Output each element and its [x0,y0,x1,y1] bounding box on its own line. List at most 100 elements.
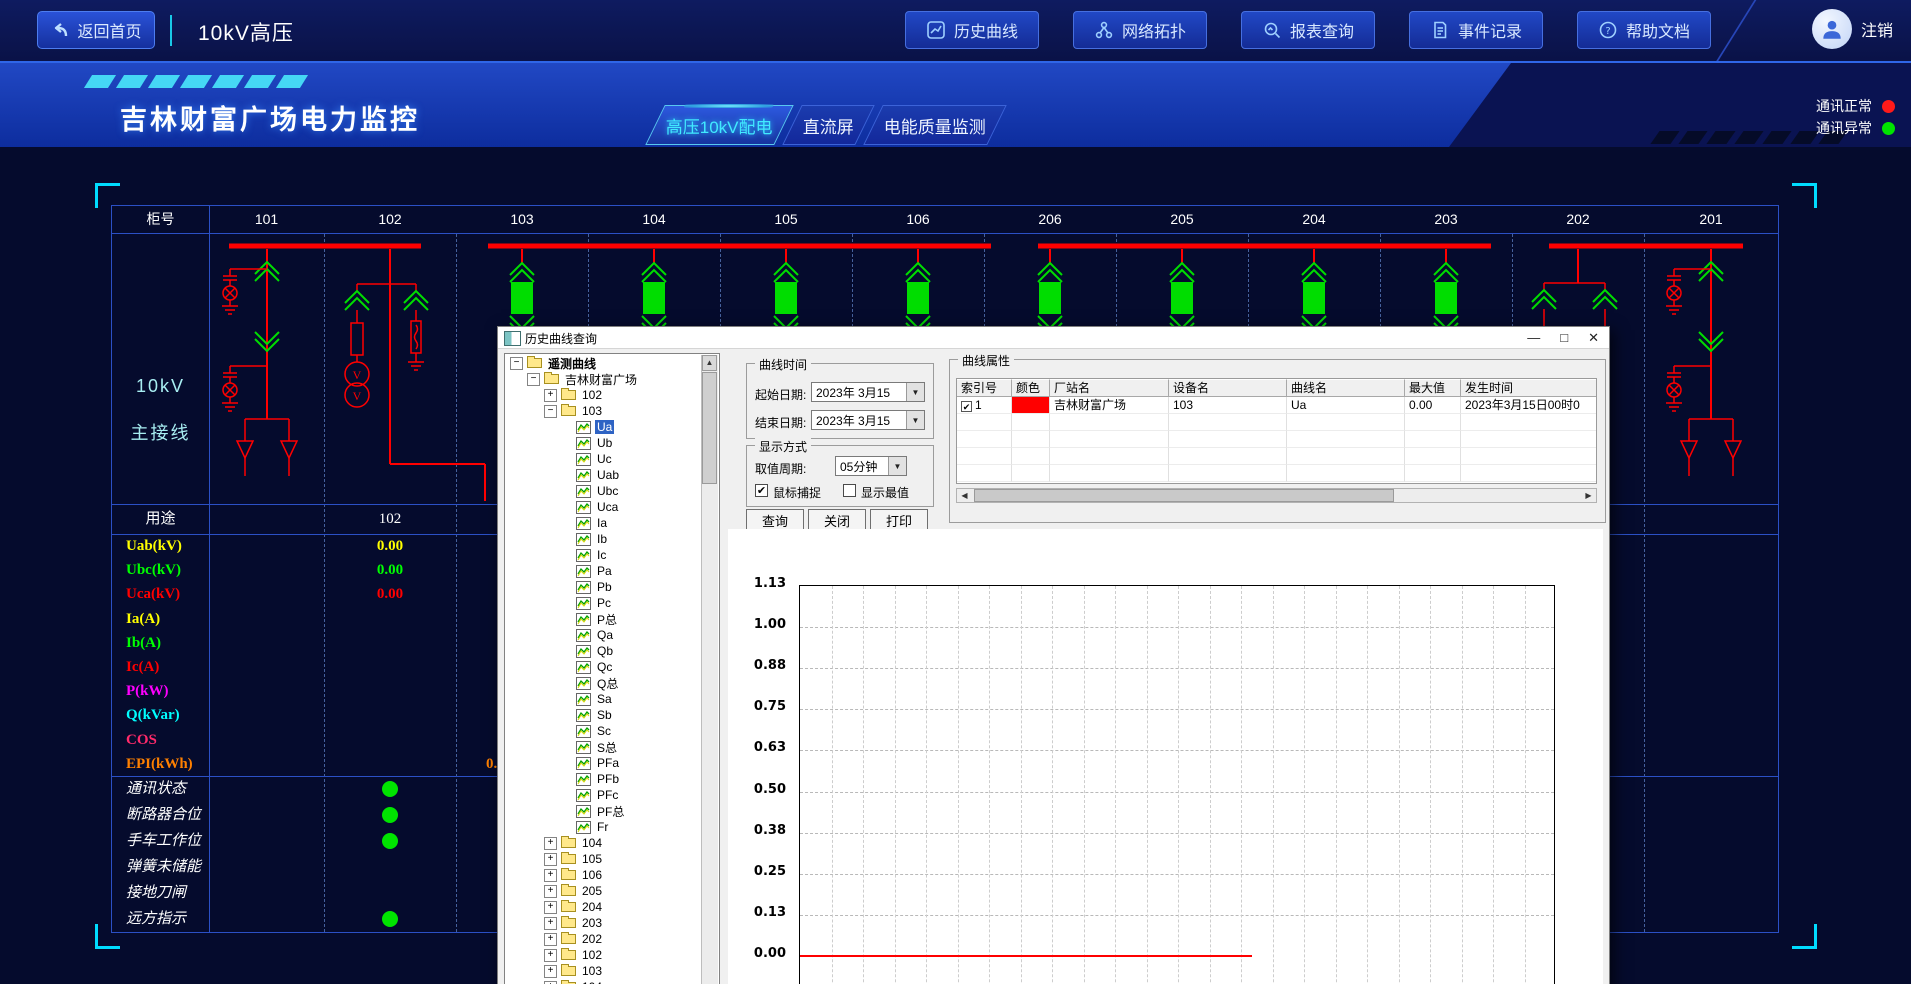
status-dot [1882,122,1895,135]
period-select[interactable]: 05分钟 ▼ [835,456,907,476]
tree-item-102[interactable]: +102 [506,947,702,963]
tree-item-Sc[interactable]: Sc [506,723,702,739]
tree-item-106[interactable]: +106 [506,867,702,883]
tab-高压10kV配电[interactable]: 高压10kV配电 [645,105,793,145]
chevron-down-icon[interactable]: ▼ [906,383,924,401]
tree-item-205[interactable]: +205 [506,883,702,899]
tree-item-Uca[interactable]: Uca [506,499,702,515]
tab-直流屏[interactable]: 直流屏 [782,105,875,145]
tree-toggle-icon[interactable]: + [544,981,557,984]
tree-item-105[interactable]: +105 [506,851,702,867]
nav-button-帮助文档[interactable]: ?帮助文档 [1577,11,1711,49]
dialog-titlebar[interactable]: 历史曲线查询 — □ ✕ [498,327,1609,349]
tree-item-S总[interactable]: S总 [506,739,702,755]
tree-toggle-icon[interactable]: − [527,373,540,386]
back-home-button[interactable]: 返回首页 [37,11,155,49]
cabinet-header-205: 205 [1116,206,1248,233]
attr-scrollbar-thumb[interactable] [974,489,1394,502]
tree-item-104[interactable]: +104 [506,979,702,984]
tree-item-104[interactable]: +104 [506,835,702,851]
tree-item-Pc[interactable]: Pc [506,595,702,611]
tree-item-Uab[interactable]: Uab [506,467,702,483]
tree-item-遥测曲线[interactable]: −遥测曲线 [506,355,702,371]
tree-toggle-icon[interactable]: + [544,389,557,402]
dialog-title: 历史曲线查询 [525,330,597,347]
chevron-down-icon[interactable]: ▼ [906,411,924,429]
tree-scrollbar[interactable]: ▲ [701,355,718,984]
tree-item-吉林财富广场[interactable]: −吉林财富广场 [506,371,702,387]
tree-item-102[interactable]: +102 [506,387,702,403]
print-button[interactable]: 打印 [870,509,928,531]
nav-button-历史曲线[interactable]: 历史曲线 [905,11,1039,49]
tree-item-Q总[interactable]: Q总 [506,675,702,691]
tree-item-PF总[interactable]: PF总 [506,803,702,819]
mouse-capture-checkbox[interactable] [755,484,768,497]
avatar[interactable] [1812,9,1852,49]
tree-toggle-icon[interactable]: + [544,837,557,850]
tree-item-Sb[interactable]: Sb [506,707,702,723]
tree-item-Fr[interactable]: Fr [506,819,702,835]
curve-attr-row[interactable]: ✔1吉林财富广场103Ua0.002023年3月15日00时0 [957,397,1597,414]
tree-item-204[interactable]: +204 [506,899,702,915]
tree-item-Qa[interactable]: Qa [506,627,702,643]
tree-toggle-icon[interactable]: + [544,933,557,946]
close-button[interactable]: 关闭 [808,509,866,531]
tree-item-Ua[interactable]: Ua [506,419,702,435]
attr-col-设备名: 设备名 [1169,379,1287,397]
tree-item-Ubc[interactable]: Ubc [506,483,702,499]
query-button[interactable]: 查询 [746,509,804,531]
cyan-stripes-decor [88,75,304,88]
tree-item-PFb[interactable]: PFb [506,771,702,787]
tree-item-PFc[interactable]: PFc [506,787,702,803]
tree-toggle-icon[interactable]: − [544,405,557,418]
logout-button[interactable]: 注销 [1861,17,1893,41]
tab-电能质量监测[interactable]: 电能质量监测 [863,105,1007,145]
tree-item-Ic[interactable]: Ic [506,547,702,563]
tree-item-Qb[interactable]: Qb [506,643,702,659]
tree-item-Ib[interactable]: Ib [506,531,702,547]
tree-item-PFa[interactable]: PFa [506,755,702,771]
tree-item-Pb[interactable]: Pb [506,579,702,595]
tree-item-Ia[interactable]: Ia [506,515,702,531]
scroll-left-icon[interactable]: ◀ [957,489,972,502]
scroll-right-icon[interactable]: ▶ [1581,489,1596,502]
maximize-icon[interactable]: □ [1560,327,1568,349]
v-gridline [1052,586,1053,984]
tree-toggle-icon[interactable]: + [544,853,557,866]
tree-item-203[interactable]: +203 [506,915,702,931]
tree-item-103[interactable]: −103 [506,403,702,419]
chevron-down-icon[interactable]: ▼ [888,457,906,475]
tree-toggle-icon[interactable]: + [544,869,557,882]
tree-item-P总[interactable]: P总 [506,611,702,627]
tree-item-Ub[interactable]: Ub [506,435,702,451]
tree-toggle-icon[interactable]: − [510,357,523,370]
tree-item-Sa[interactable]: Sa [506,691,702,707]
tree-toggle-icon[interactable]: + [544,885,557,898]
tree-item-Qc[interactable]: Qc [506,659,702,675]
start-date-select[interactable]: 2023年 3月15 ▼ [811,382,925,402]
tree-toggle-icon[interactable]: + [544,949,557,962]
close-icon[interactable]: ✕ [1588,327,1599,349]
tree-item-103[interactable]: +103 [506,963,702,979]
nav-button-事件记录[interactable]: 事件记录 [1409,11,1543,49]
tree-scrollbar-thumb[interactable] [702,372,717,484]
corner-bracket-bottom-right [1792,924,1817,949]
tree-toggle-icon[interactable]: + [544,901,557,914]
show-extreme-checkbox[interactable] [843,484,856,497]
minimize-icon[interactable]: — [1527,327,1540,349]
tree-item-Uc[interactable]: Uc [506,451,702,467]
nav-button-报表查询[interactable]: 报表查询 [1241,11,1375,49]
tree-toggle-icon[interactable]: + [544,965,557,978]
topology-icon [1094,20,1114,40]
tree-toggle-icon[interactable]: + [544,917,557,930]
tree-item-Pa[interactable]: Pa [506,563,702,579]
end-date-select[interactable]: 2023年 3月15 ▼ [811,410,925,430]
h-gridline [800,874,1554,875]
tree-item-202[interactable]: +202 [506,931,702,947]
curve-icon [576,469,591,482]
nav-button-网络拓扑[interactable]: 网络拓扑 [1073,11,1207,49]
row-checkbox[interactable]: ✔ [961,401,972,412]
attr-scrollbar[interactable]: ◀ ▶ [956,488,1597,503]
v-gridline [1430,586,1431,984]
scroll-up-icon[interactable]: ▲ [702,355,717,371]
